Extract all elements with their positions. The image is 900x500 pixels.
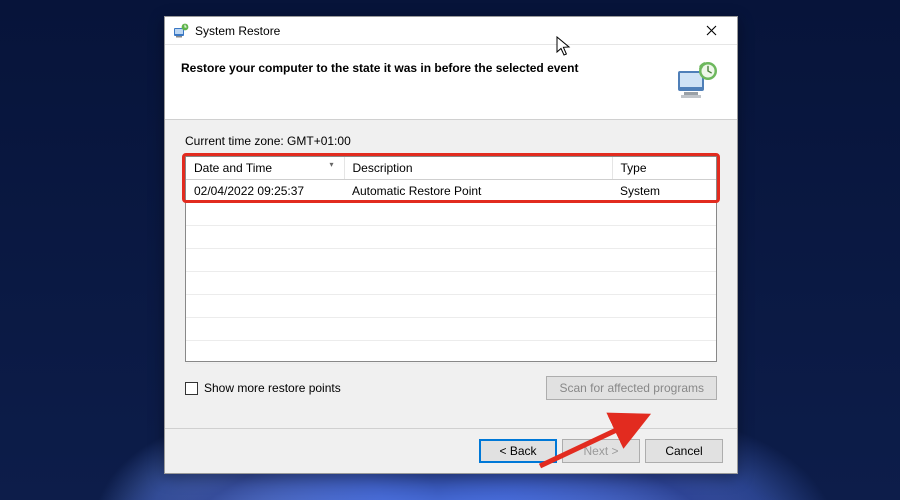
content-area: Current time zone: GMT+01:00 Date and Ti… [165, 120, 737, 428]
restore-illustration-icon [675, 59, 721, 101]
table-row-empty: . [186, 318, 716, 341]
close-button[interactable] [693, 17, 729, 44]
col-label: Type [621, 161, 647, 175]
header-banner: Restore your computer to the state it wa… [165, 45, 737, 119]
back-button[interactable]: < Back [479, 439, 557, 463]
sort-descending-icon: ▾ [329, 160, 333, 169]
show-more-label: Show more restore points [204, 381, 341, 395]
cell-date-time: 02/04/2022 09:25:37 [186, 180, 344, 203]
window-title: System Restore [195, 24, 280, 38]
system-restore-icon [173, 23, 189, 39]
checkbox-box-icon [185, 382, 198, 395]
timezone-label: Current time zone: GMT+01:00 [185, 134, 717, 148]
table-row-empty: . [186, 249, 716, 272]
table-header-row[interactable]: Date and Time ▾ Description Type [186, 157, 716, 180]
col-description[interactable]: Description [344, 157, 612, 180]
cancel-button[interactable]: Cancel [645, 439, 723, 463]
restore-points-table[interactable]: Date and Time ▾ Description Type 02/04/2… [185, 156, 717, 362]
cell-description: Automatic Restore Point [344, 180, 612, 203]
close-icon [706, 25, 717, 36]
next-button: Next > [562, 439, 640, 463]
col-type[interactable]: Type [612, 157, 716, 180]
page-heading: Restore your computer to the state it wa… [181, 59, 669, 75]
table-row-empty: . [186, 226, 716, 249]
show-more-checkbox[interactable]: Show more restore points [185, 381, 341, 395]
titlebar[interactable]: System Restore [165, 17, 737, 45]
col-date-time[interactable]: Date and Time ▾ [186, 157, 344, 180]
table-row[interactable]: 02/04/2022 09:25:37 Automatic Restore Po… [186, 180, 716, 203]
scan-affected-button: Scan for affected programs [546, 376, 717, 400]
system-restore-window: System Restore Restore your computer to … [164, 16, 738, 474]
wizard-footer: < Back Next > Cancel [165, 428, 737, 473]
table-row-empty: . [186, 295, 716, 318]
col-label: Date and Time [194, 161, 272, 175]
cell-type: System [612, 180, 716, 203]
table-row-empty: . [186, 272, 716, 295]
table-row-empty: . [186, 341, 716, 364]
table-row-empty: . [186, 203, 716, 226]
col-label: Description [353, 161, 413, 175]
